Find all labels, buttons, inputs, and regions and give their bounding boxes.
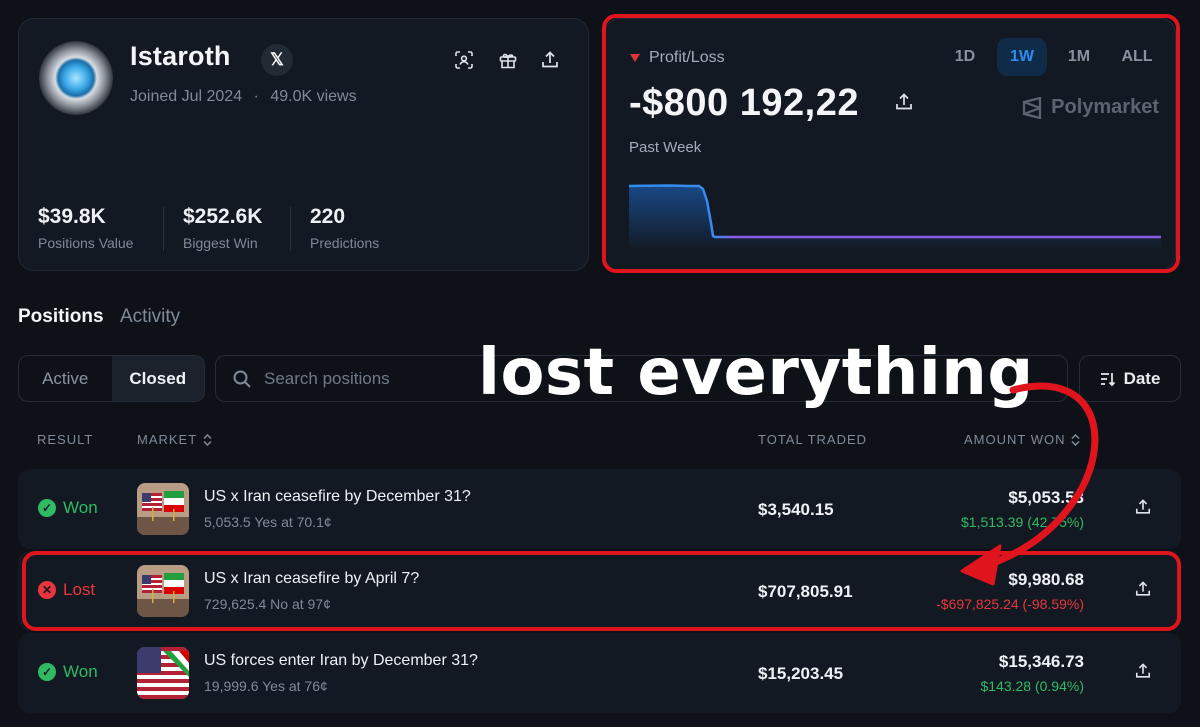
- period-label: Past Week: [629, 139, 702, 156]
- annotation-text: lost everything: [478, 336, 1034, 410]
- market-title[interactable]: US forces enter Iran by December 31?: [204, 652, 478, 670]
- stat-label: Predictions: [310, 235, 380, 251]
- market-thumbnail: [137, 483, 189, 535]
- profit-loss-title: Profit/Loss: [649, 49, 725, 66]
- sort-arrows-icon: [203, 433, 212, 446]
- market-thumbnail: [137, 565, 189, 617]
- joined-views: Joined Jul 2024 · 49.0K views: [130, 88, 357, 106]
- header-market[interactable]: MARKET: [137, 432, 212, 447]
- down-triangle-icon: [630, 54, 640, 62]
- stat-label: Biggest Win: [183, 235, 258, 251]
- result-won: ✓ Won: [38, 498, 98, 518]
- stat-value: $39.8K: [38, 205, 106, 228]
- gift-icon[interactable]: [495, 47, 521, 73]
- amount-won: $15,346.73: [998, 652, 1084, 671]
- sort-icon: [1100, 372, 1115, 386]
- range-1d[interactable]: 1D: [940, 38, 990, 76]
- result-label: Lost: [63, 580, 96, 599]
- range-1w[interactable]: 1W: [997, 38, 1047, 76]
- avatar[interactable]: [39, 41, 113, 115]
- market-position: 5,053.5 Yes at 70.1¢: [204, 514, 332, 530]
- divider: [290, 207, 291, 251]
- profit-loss-card: Profit/Loss 1D 1W 1M ALL -$800 192,22 Po…: [604, 18, 1176, 271]
- amount-won: $5,053.53: [1008, 488, 1084, 507]
- polymarket-brand: Polymarket: [1021, 96, 1159, 119]
- table-row[interactable]: ✓ Won US x Iran ceasefire by December 31…: [18, 469, 1181, 549]
- stat-biggest-win: $252.6K Biggest Win: [183, 205, 262, 251]
- market-position: 19,999.6 Yes at 76¢: [204, 678, 328, 694]
- x-logo-icon[interactable]: 𝕏: [261, 44, 293, 76]
- header-total-traded: TOTAL TRADED: [758, 432, 868, 447]
- result-label: Won: [63, 662, 98, 681]
- profit-loss-chart: [629, 184, 1161, 249]
- range-1m[interactable]: 1M: [1054, 38, 1104, 76]
- sort-label: Date: [1123, 368, 1161, 388]
- market-title[interactable]: US x Iran ceasefire by April 7?: [204, 570, 419, 588]
- profit-loss-label: Profit/Loss: [630, 49, 725, 67]
- header-market-label: MARKET: [137, 432, 198, 447]
- share-icon[interactable]: [537, 47, 563, 73]
- sort-date-button[interactable]: Date: [1079, 355, 1181, 402]
- share-icon[interactable]: [1135, 581, 1151, 602]
- amount-won: $9,980.68: [1008, 570, 1084, 589]
- share-icon[interactable]: [895, 93, 913, 116]
- scan-icon[interactable]: [451, 47, 477, 73]
- profit-loss-value: -$800 192,22: [629, 82, 859, 124]
- check-circle-icon: ✓: [38, 663, 56, 681]
- stat-value: $252.6K: [183, 205, 263, 228]
- total-traded: $3,540.15: [758, 500, 834, 519]
- separator: ·: [253, 88, 259, 105]
- header-amount-won[interactable]: AMOUNT WON: [964, 432, 1081, 447]
- stat-positions-value: $39.8K Positions Value: [38, 205, 133, 251]
- filter-active[interactable]: Active: [19, 356, 112, 401]
- check-circle-icon: ✓: [38, 499, 56, 517]
- total-traded: $707,805.91: [758, 582, 853, 601]
- views-count: 49.0K views: [270, 88, 357, 105]
- stat-predictions: 220 Predictions: [310, 205, 379, 251]
- amount-change: -$697,825.24 (-98.59%): [936, 596, 1084, 612]
- status-toggle: Active Closed: [18, 355, 205, 402]
- table-row[interactable]: ✕ Lost US x Iran ceasefire by April 7? 7…: [18, 551, 1181, 631]
- tab-activity[interactable]: Activity: [120, 306, 180, 328]
- share-icon[interactable]: [1135, 499, 1151, 520]
- result-lost: ✕ Lost: [38, 580, 95, 600]
- brand-name: Polymarket: [1051, 96, 1159, 118]
- stat-value: 220: [310, 205, 346, 228]
- market-thumbnail: [137, 647, 189, 699]
- result-won: ✓ Won: [38, 662, 98, 682]
- table-row[interactable]: ✓ Won US forces enter Iran by December 3…: [18, 633, 1181, 713]
- polymarket-logo-icon: [1023, 96, 1042, 119]
- range-all[interactable]: ALL: [1112, 38, 1162, 76]
- x-circle-icon: ✕: [38, 581, 56, 599]
- profile-card: Istaroth 𝕏 Joined Jul 2024 · 49.0K views…: [18, 18, 589, 271]
- joined-date: Joined Jul 2024: [130, 88, 243, 105]
- tab-positions[interactable]: Positions: [18, 306, 104, 328]
- username: Istaroth: [130, 41, 231, 71]
- sort-arrows-icon: [1071, 433, 1081, 446]
- amount-change: $143.28 (0.94%): [980, 678, 1084, 694]
- amount-change: $1,513.39 (42.75%): [961, 514, 1084, 530]
- share-icon[interactable]: [1135, 663, 1151, 684]
- search-icon: [233, 370, 251, 388]
- header-result: RESULT: [37, 432, 94, 447]
- divider: [163, 207, 164, 251]
- market-title[interactable]: US x Iran ceasefire by December 31?: [204, 488, 471, 506]
- market-position: 729,625.4 No at 97¢: [204, 596, 331, 612]
- stat-label: Positions Value: [38, 235, 134, 251]
- total-traded: $15,203.45: [758, 664, 844, 683]
- filter-closed[interactable]: Closed: [111, 356, 204, 401]
- header-amount-won-label: AMOUNT WON: [964, 432, 1066, 447]
- result-label: Won: [63, 498, 98, 517]
